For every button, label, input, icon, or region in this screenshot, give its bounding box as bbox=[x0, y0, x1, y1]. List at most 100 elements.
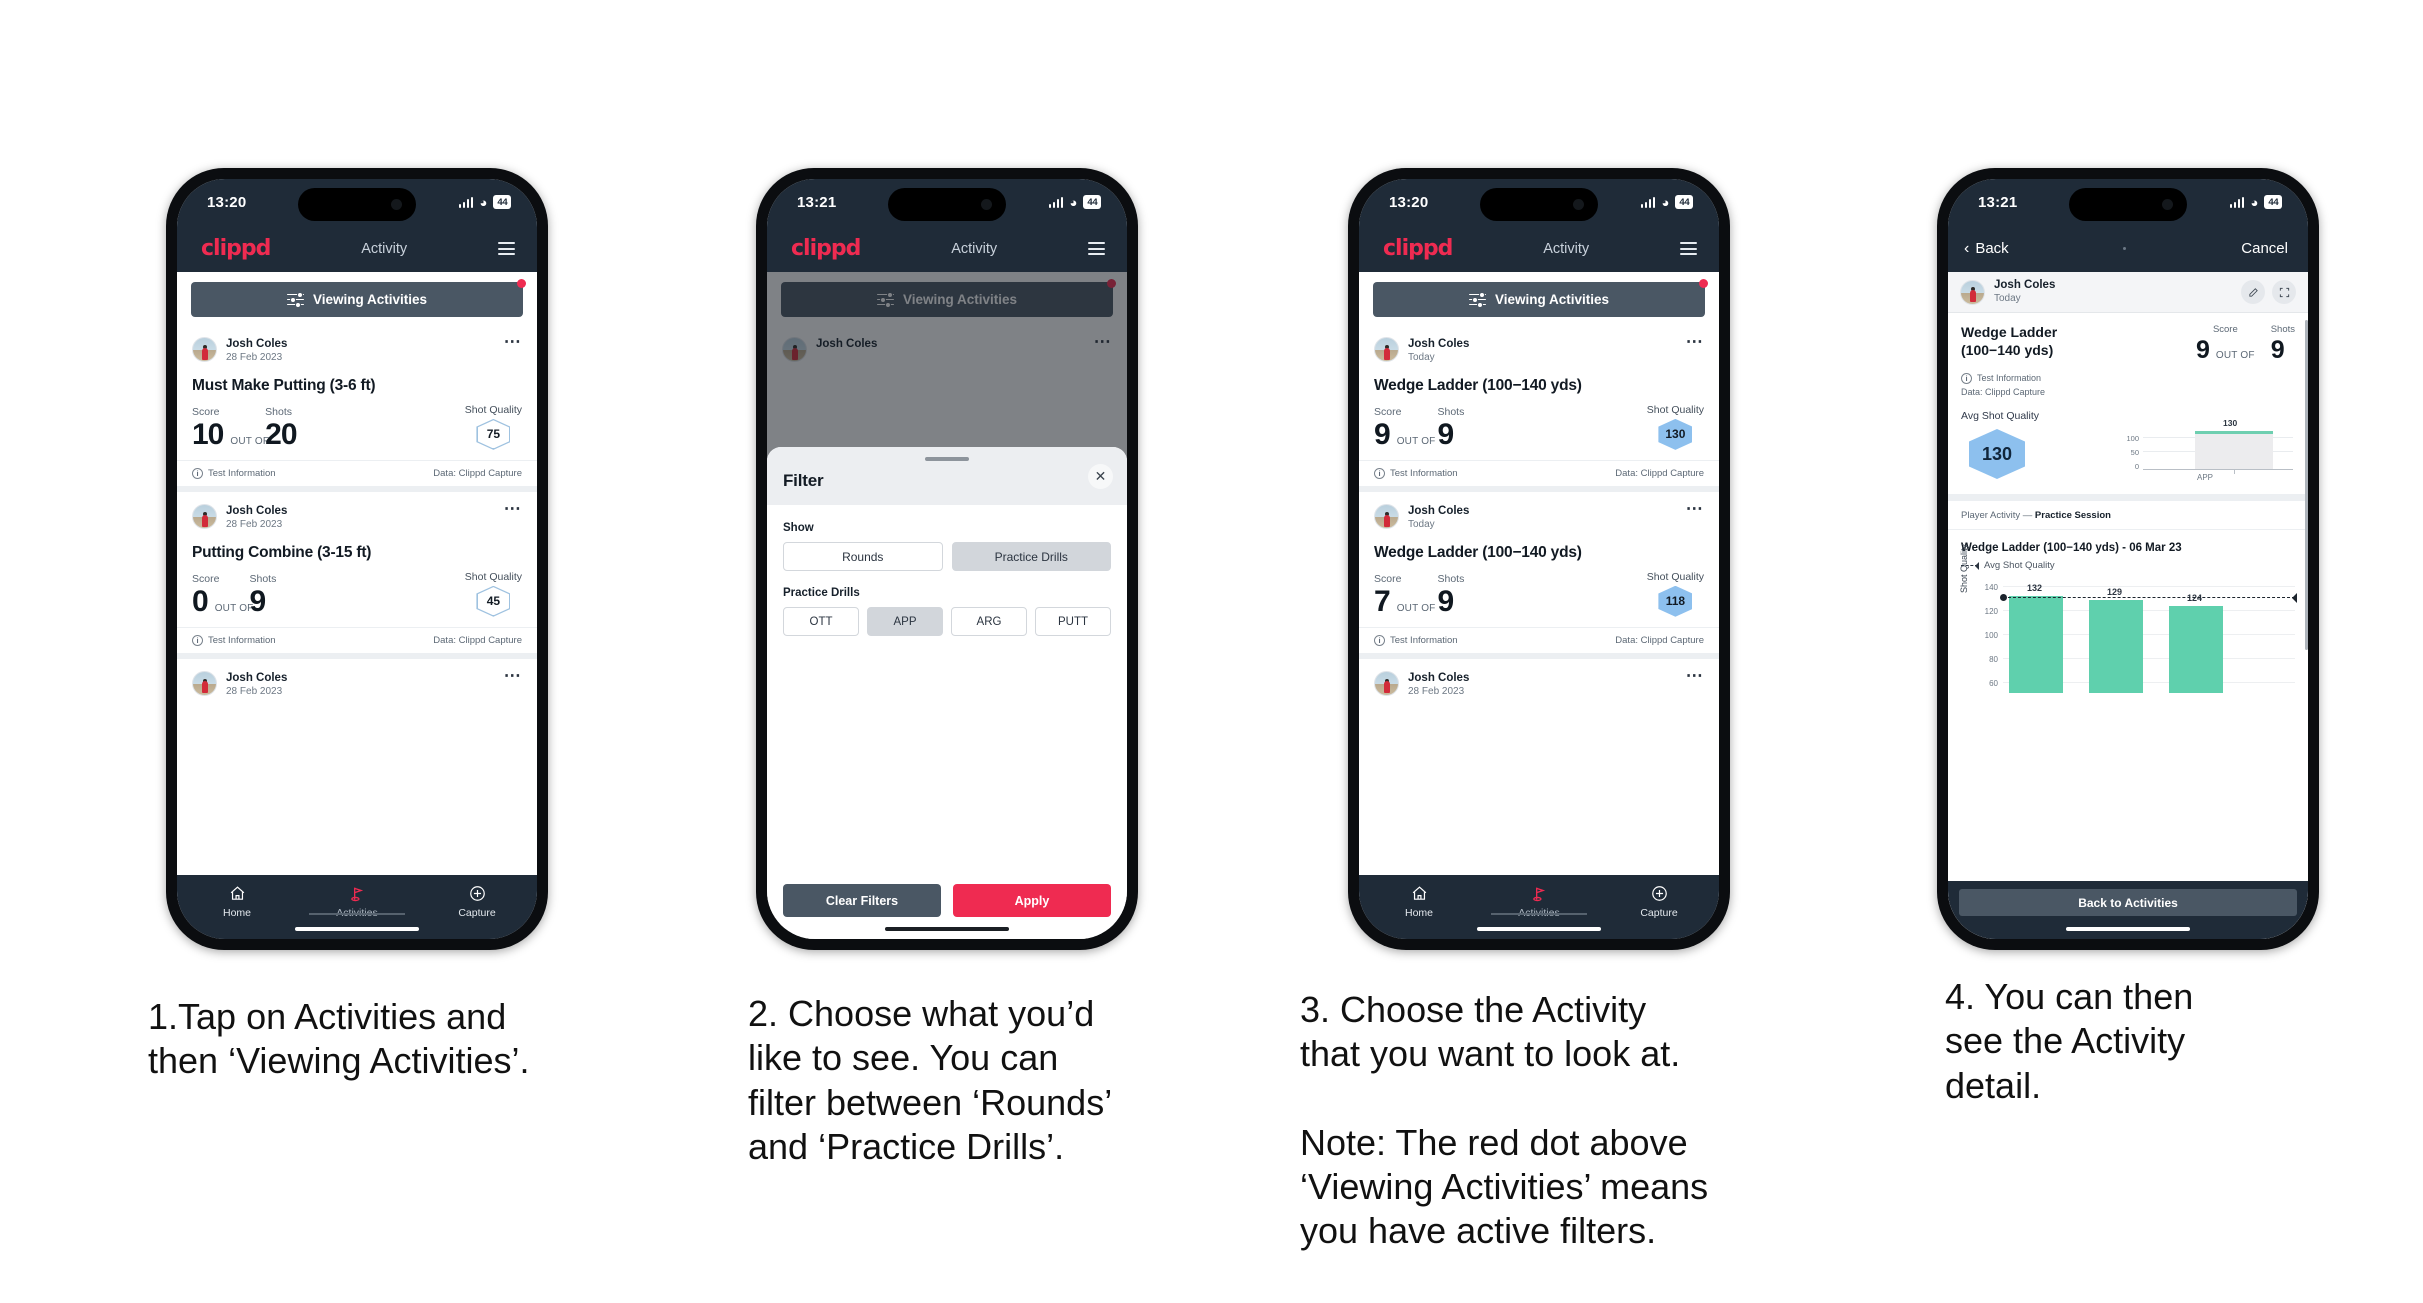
pencil-icon[interactable] bbox=[2241, 280, 2265, 304]
card-overflow-menu-icon[interactable]: ⋯ bbox=[1686, 500, 1704, 517]
detail-summary: Wedge Ladder (100−140 yds) Score 9 OUT O… bbox=[1948, 313, 2308, 482]
info-icon: i bbox=[1374, 467, 1385, 479]
session-bar bbox=[2009, 596, 2063, 693]
mini-chart-bar bbox=[2195, 431, 2273, 469]
activity-card[interactable]: Josh Coles 28 Feb 2023 ⋯ bbox=[1359, 658, 1719, 699]
mini-chart-axis-line bbox=[2143, 469, 2293, 470]
wifi-icon: ◕ bbox=[1069, 194, 1078, 210]
activity-card[interactable]: Josh Coles Today ⋯ Wedge Ladder (100−140… bbox=[1359, 491, 1719, 659]
filter-chip-arg[interactable]: ARG bbox=[951, 607, 1027, 636]
filter-chip-putt[interactable]: PUTT bbox=[1035, 607, 1111, 636]
tab-home[interactable]: Home bbox=[177, 884, 297, 919]
card-overflow-menu-icon[interactable]: ⋯ bbox=[1686, 333, 1704, 350]
fullscreen-icon[interactable] bbox=[2272, 280, 2296, 304]
card-footer: i Test Information Data: Clippd Capture bbox=[1359, 626, 1719, 653]
card-date: 28 Feb 2023 bbox=[1408, 686, 1465, 698]
filter-chip-app[interactable]: APP bbox=[867, 607, 943, 636]
shots-value: 9 bbox=[249, 584, 266, 618]
tab-capture[interactable]: Capture bbox=[417, 884, 537, 919]
filter-sheet-header: Filter ✕ bbox=[767, 447, 1127, 505]
battery-indicator: 44 bbox=[493, 195, 511, 209]
shot-quality-value: 130 bbox=[1665, 427, 1686, 442]
card-overflow-menu-icon[interactable]: ⋯ bbox=[1686, 667, 1704, 684]
plus-circle-icon bbox=[469, 884, 486, 903]
card-date: 28 Feb 2023 bbox=[226, 519, 283, 531]
activity-card[interactable]: Josh Coles 28 Feb 2023 ⋯ bbox=[177, 658, 537, 699]
plus-circle-icon bbox=[1651, 884, 1668, 903]
shot-quality-hexagon: 130 bbox=[1658, 418, 1693, 450]
shot-quality-hexagon: 45 bbox=[476, 585, 511, 617]
card-footer: i Test Information Data: Clippd Capture bbox=[177, 626, 537, 653]
cancel-button[interactable]: Cancel bbox=[2241, 240, 2288, 257]
card-date: 28 Feb 2023 bbox=[226, 352, 283, 364]
battery-indicator: 44 bbox=[1083, 195, 1101, 209]
wifi-icon: ◕ bbox=[1661, 194, 1670, 210]
filter-chip-rounds[interactable]: Rounds bbox=[783, 542, 943, 571]
apply-button[interactable]: Apply bbox=[953, 884, 1111, 917]
tab-capture[interactable]: Capture bbox=[1599, 884, 1719, 919]
shot-quality-value: 75 bbox=[486, 427, 501, 442]
caption-step-1: 1.Tap on Activities and then ‘Viewing Ac… bbox=[148, 996, 530, 1082]
card-overflow-menu-icon[interactable]: ⋯ bbox=[504, 667, 522, 684]
activity-card[interactable]: Josh Coles 28 Feb 2023 ⋯ Putting Combine… bbox=[177, 491, 537, 659]
card-title: Wedge Ladder (100−140 yds) bbox=[1374, 543, 1582, 561]
show-options: Rounds Practice Drills bbox=[783, 542, 1111, 571]
back-button[interactable]: ‹ Back bbox=[1964, 240, 2009, 257]
card-overflow-menu-icon[interactable]: ⋯ bbox=[504, 500, 522, 517]
filter-chip-ott[interactable]: OTT bbox=[783, 607, 859, 636]
activity-card[interactable]: Josh Coles Today ⋯ Wedge Ladder (100−140… bbox=[1359, 325, 1719, 492]
activities-screen: Viewing Activities Josh Coles 28 Feb 202… bbox=[177, 272, 537, 875]
avatar bbox=[192, 337, 217, 362]
detail-shots-value: 9 bbox=[2270, 336, 2285, 364]
back-to-activities-button[interactable]: Back to Activities bbox=[1959, 889, 2297, 916]
detail-test-information: Test Information bbox=[1977, 373, 2042, 383]
data-source-label: Data: Clippd Capture bbox=[1615, 467, 1704, 479]
card-overflow-menu-icon[interactable]: ⋯ bbox=[504, 333, 522, 350]
shots-block: Shots 9 bbox=[249, 573, 276, 617]
clear-filters-button[interactable]: Clear Filters bbox=[783, 884, 941, 917]
app-header: clippd Activity bbox=[1359, 225, 1719, 272]
player-activity-prefix: Player Activity — bbox=[1961, 510, 2035, 521]
home-indicator bbox=[885, 926, 1009, 931]
card-user-name: Josh Coles bbox=[1408, 504, 1470, 517]
viewing-activities-button[interactable]: Viewing Activities bbox=[191, 282, 523, 317]
detail-title: Wedge Ladder (100−140 yds) bbox=[1961, 324, 2058, 358]
card-date: Today bbox=[1408, 519, 1435, 531]
sheet-grabber[interactable] bbox=[925, 457, 969, 461]
score-label: Score bbox=[1374, 405, 1402, 418]
viewing-activities-label: Viewing Activities bbox=[312, 292, 428, 307]
tab-home-label: Home bbox=[1404, 907, 1433, 919]
clippd-logo: clippd bbox=[791, 236, 861, 261]
scrollbar-thumb[interactable] bbox=[2305, 320, 2308, 650]
phone-activities-list: 13:20 ◕ 44 clippd Activity Viewing Activ… bbox=[166, 168, 548, 950]
hamburger-menu-icon[interactable] bbox=[1087, 242, 1105, 255]
hamburger-menu-icon[interactable] bbox=[497, 242, 515, 255]
status-time: 13:21 bbox=[797, 193, 837, 211]
shot-quality-label: Shot Quality bbox=[1646, 570, 1704, 583]
hamburger-menu-icon[interactable] bbox=[1679, 242, 1697, 255]
app-header: clippd Activity bbox=[177, 225, 537, 272]
filter-chip-practice-drills[interactable]: Practice Drills bbox=[951, 542, 1111, 571]
sliders-filter-icon bbox=[286, 291, 304, 309]
detail-score-block: Score 9 OUT OF bbox=[2196, 324, 2255, 363]
score-value: 9 bbox=[1374, 417, 1391, 451]
activity-card[interactable]: Josh Coles 28 Feb 2023 ⋯ Must Make Putti… bbox=[177, 325, 537, 492]
shots-block: Shots 9 bbox=[1437, 406, 1464, 450]
phone-notch bbox=[888, 188, 1006, 221]
avg-shot-quality-hexagon: 130 bbox=[1969, 429, 2025, 479]
detail-user-header: Josh Coles Today bbox=[1948, 272, 2308, 313]
tab-home[interactable]: Home bbox=[1359, 884, 1479, 919]
caption-step-2: 2. Choose what you’d like to see. You ca… bbox=[748, 993, 1113, 1167]
close-icon[interactable]: ✕ bbox=[1088, 464, 1113, 489]
cellular-icon bbox=[2229, 196, 2245, 208]
card-user-name: Josh Coles bbox=[226, 338, 288, 350]
card-user-name: Josh Coles bbox=[1408, 338, 1470, 350]
shots-block: Shots 20 bbox=[265, 406, 297, 450]
session-chart-bars: 132 129 124 bbox=[2000, 581, 2297, 693]
avg-shot-quality-mini-chart: 100 50 0 130 APP bbox=[2119, 418, 2295, 482]
avatar bbox=[192, 503, 217, 529]
viewing-activities-button[interactable]: Viewing Activities bbox=[1373, 282, 1705, 317]
viewing-activities-label: Viewing Activities bbox=[1494, 292, 1610, 307]
card-user-name: Josh Coles bbox=[1408, 671, 1470, 684]
battery-indicator: 44 bbox=[2264, 195, 2282, 209]
